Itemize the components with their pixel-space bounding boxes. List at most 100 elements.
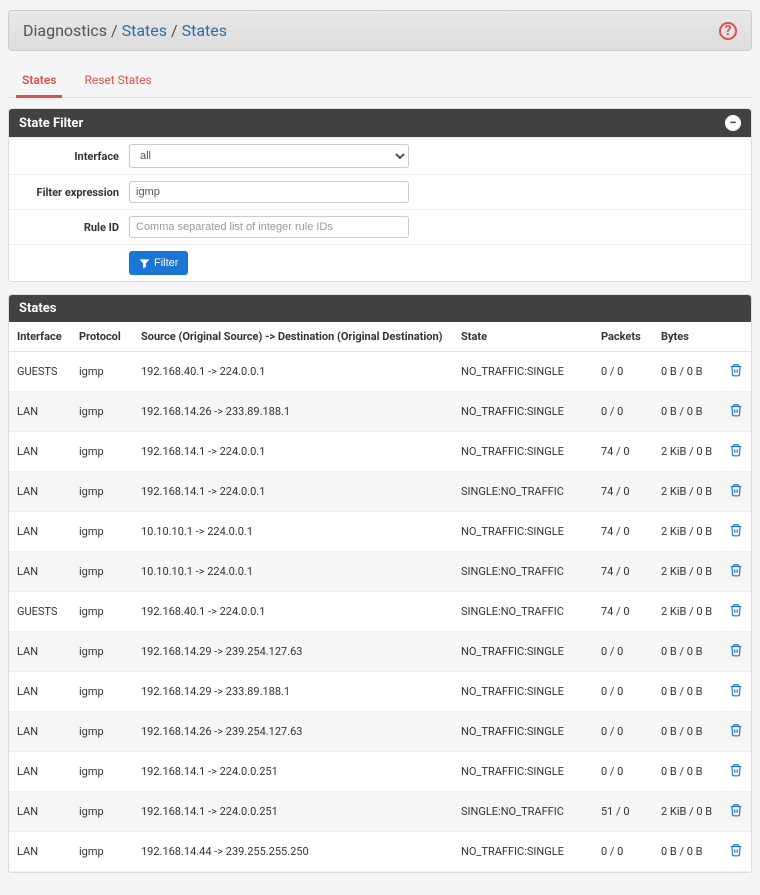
cell-state: SINGLE:NO_TRAFFIC — [453, 552, 593, 592]
ruleid-label: Rule ID — [19, 221, 129, 234]
cell-packets: 0 / 0 — [593, 392, 653, 432]
interface-select[interactable]: all — [129, 144, 409, 168]
cell-interface: LAN — [9, 672, 71, 712]
table-row: LANigmp192.168.14.1 -> 224.0.0.1SINGLE:N… — [9, 472, 751, 512]
cell-packets: 0 / 0 — [593, 352, 653, 392]
trash-icon[interactable] — [729, 362, 743, 378]
cell-interface: LAN — [9, 792, 71, 832]
cell-packets: 0 / 0 — [593, 712, 653, 752]
filter-panel-title: State Filter — [19, 116, 83, 131]
cell-bytes: 0 B / 0 B — [653, 752, 721, 792]
trash-icon[interactable] — [729, 402, 743, 418]
cell-interface: LAN — [9, 392, 71, 432]
cell-bytes: 0 B / 0 B — [653, 832, 721, 872]
funnel-icon — [139, 258, 150, 269]
table-row: LANigmp10.10.10.1 -> 224.0.0.1NO_TRAFFIC… — [9, 512, 751, 552]
interface-label: Interface — [19, 150, 129, 163]
col-packets: Packets — [593, 322, 653, 352]
col-protocol: Protocol — [71, 322, 133, 352]
states-panel: States Interface Protocol Source (Origin… — [8, 294, 752, 873]
cell-source: 192.168.14.29 -> 233.89.188.1 — [133, 672, 453, 712]
table-row: LANigmp192.168.14.1 -> 224.0.0.251SINGLE… — [9, 792, 751, 832]
cell-packets: 74 / 0 — [593, 432, 653, 472]
tab-reset-states[interactable]: Reset States — [80, 65, 155, 97]
cell-bytes: 0 B / 0 B — [653, 352, 721, 392]
cell-protocol: igmp — [71, 792, 133, 832]
states-panel-title: States — [19, 301, 56, 316]
cell-interface: LAN — [9, 632, 71, 672]
cell-interface: LAN — [9, 472, 71, 512]
breadcrumb-link-states[interactable]: States — [122, 21, 167, 40]
cell-interface: LAN — [9, 432, 71, 472]
cell-packets: 0 / 0 — [593, 632, 653, 672]
cell-source: 192.168.14.29 -> 239.254.127.63 — [133, 632, 453, 672]
filter-expr-input[interactable] — [129, 181, 409, 203]
cell-packets: 74 / 0 — [593, 472, 653, 512]
cell-interface: LAN — [9, 712, 71, 752]
cell-packets: 74 / 0 — [593, 552, 653, 592]
trash-icon[interactable] — [729, 482, 743, 498]
filter-expr-label: Filter expression — [19, 186, 129, 199]
cell-source: 192.168.14.26 -> 239.254.127.63 — [133, 712, 453, 752]
ruleid-input[interactable] — [129, 216, 409, 238]
cell-packets: 74 / 0 — [593, 592, 653, 632]
cell-bytes: 2 KiB / 0 B — [653, 432, 721, 472]
cell-protocol: igmp — [71, 592, 133, 632]
cell-state: NO_TRAFFIC:SINGLE — [453, 632, 593, 672]
table-row: LANigmp192.168.14.26 -> 233.89.188.1NO_T… — [9, 392, 751, 432]
cell-bytes: 2 KiB / 0 B — [653, 552, 721, 592]
cell-packets: 74 / 0 — [593, 512, 653, 552]
cell-state: NO_TRAFFIC:SINGLE — [453, 512, 593, 552]
trash-icon[interactable] — [729, 802, 743, 818]
cell-bytes: 2 KiB / 0 B — [653, 512, 721, 552]
table-row: LANigmp192.168.14.29 -> 239.254.127.63NO… — [9, 632, 751, 672]
cell-packets: 0 / 0 — [593, 752, 653, 792]
cell-protocol: igmp — [71, 672, 133, 712]
trash-icon[interactable] — [729, 602, 743, 618]
table-row: GUESTSigmp192.168.40.1 -> 224.0.0.1NO_TR… — [9, 352, 751, 392]
trash-icon[interactable] — [729, 442, 743, 458]
cell-protocol: igmp — [71, 472, 133, 512]
trash-icon[interactable] — [729, 642, 743, 658]
cell-interface: LAN — [9, 832, 71, 872]
cell-bytes: 2 KiB / 0 B — [653, 592, 721, 632]
trash-icon[interactable] — [729, 562, 743, 578]
cell-source: 192.168.14.44 -> 239.255.255.250 — [133, 832, 453, 872]
cell-state: SINGLE:NO_TRAFFIC — [453, 792, 593, 832]
cell-interface: LAN — [9, 752, 71, 792]
col-state: State — [453, 322, 593, 352]
cell-source: 192.168.14.1 -> 224.0.0.1 — [133, 472, 453, 512]
breadcrumb-root: Diagnostics — [23, 21, 107, 40]
cell-protocol: igmp — [71, 352, 133, 392]
table-row: LANigmp192.168.14.1 -> 224.0.0.1NO_TRAFF… — [9, 432, 751, 472]
trash-icon[interactable] — [729, 522, 743, 538]
cell-source: 10.10.10.1 -> 224.0.0.1 — [133, 552, 453, 592]
cell-interface: GUESTS — [9, 592, 71, 632]
cell-state: NO_TRAFFIC:SINGLE — [453, 432, 593, 472]
table-row: LANigmp192.168.14.44 -> 239.255.255.250N… — [9, 832, 751, 872]
trash-icon[interactable] — [729, 762, 743, 778]
cell-bytes: 0 B / 0 B — [653, 632, 721, 672]
cell-source: 10.10.10.1 -> 224.0.0.1 — [133, 512, 453, 552]
cell-state: NO_TRAFFIC:SINGLE — [453, 832, 593, 872]
cell-interface: GUESTS — [9, 352, 71, 392]
filter-button[interactable]: Filter — [129, 251, 188, 275]
tab-states[interactable]: States — [18, 65, 60, 97]
cell-state: NO_TRAFFIC:SINGLE — [453, 672, 593, 712]
breadcrumb-link-states-leaf[interactable]: States — [182, 21, 227, 40]
cell-state: SINGLE:NO_TRAFFIC — [453, 592, 593, 632]
trash-icon[interactable] — [729, 842, 743, 858]
cell-state: NO_TRAFFIC:SINGLE — [453, 352, 593, 392]
cell-bytes: 2 KiB / 0 B — [653, 472, 721, 512]
cell-source: 192.168.14.1 -> 224.0.0.1 — [133, 432, 453, 472]
cell-source: 192.168.40.1 -> 224.0.0.1 — [133, 352, 453, 392]
help-icon[interactable]: ? — [719, 22, 737, 40]
collapse-icon[interactable] — [725, 115, 741, 131]
trash-icon[interactable] — [729, 682, 743, 698]
cell-source: 192.168.14.1 -> 224.0.0.251 — [133, 752, 453, 792]
cell-protocol: igmp — [71, 832, 133, 872]
state-filter-panel: State Filter Interface all Filter expres… — [8, 108, 752, 282]
cell-bytes: 0 B / 0 B — [653, 392, 721, 432]
states-table: Interface Protocol Source (Original Sour… — [9, 322, 751, 872]
trash-icon[interactable] — [729, 722, 743, 738]
